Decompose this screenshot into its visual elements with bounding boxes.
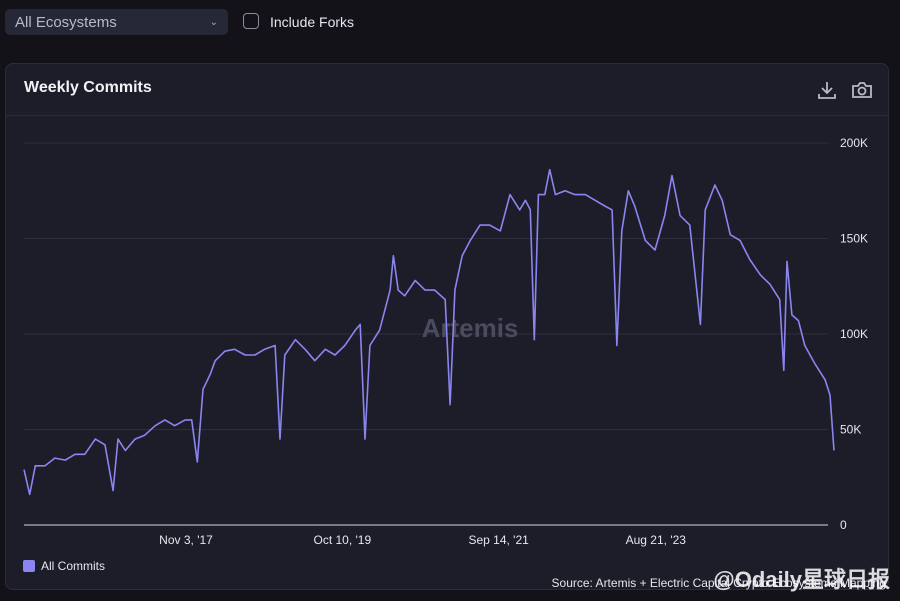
weekly-commits-chart: 0 50K 100K 150K 200K Artemis Nov 3, '17 Oct 1…: [23, 136, 868, 547]
y-tick-label: 50K: [840, 423, 861, 437]
x-tick-label: Aug 21, '23: [626, 533, 687, 547]
x-tick-label: Sep 14, '21: [468, 533, 529, 547]
y-tick-label: 0: [840, 518, 847, 532]
x-tick-label: Oct 10, '19: [314, 533, 372, 547]
legend-item-all-commits[interactable]: All Commits: [23, 559, 105, 573]
odaily-watermark: @Odaily星球日报: [713, 567, 890, 592]
legend-label: All Commits: [41, 559, 106, 573]
x-tick-label: Nov 3, '17: [159, 533, 213, 547]
y-tick-label: 150K: [840, 232, 868, 246]
artemis-watermark: Artemis: [422, 313, 519, 343]
y-tick-label: 100K: [840, 327, 868, 341]
y-tick-label: 200K: [840, 136, 868, 150]
legend-swatch: [23, 560, 35, 572]
